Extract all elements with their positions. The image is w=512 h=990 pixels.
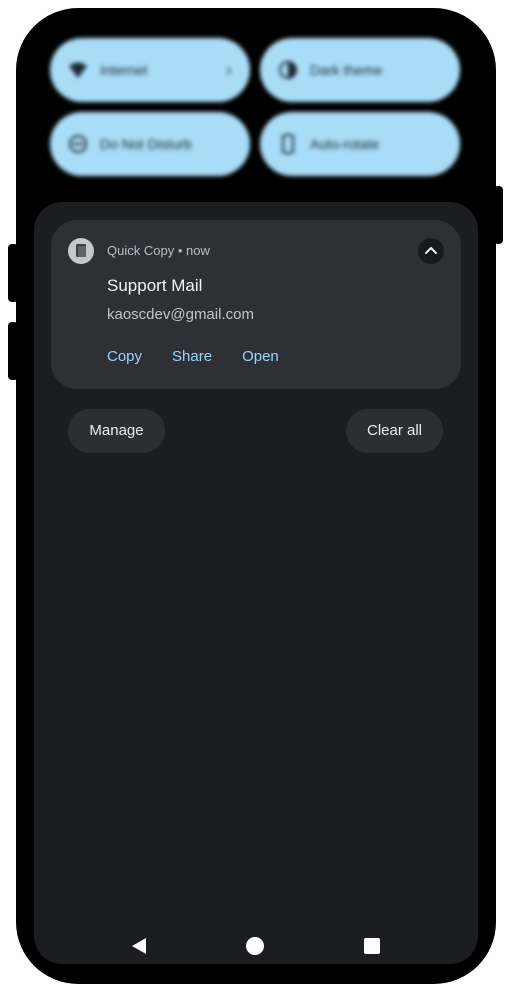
wifi-icon xyxy=(69,62,87,78)
chevron-right-icon: › xyxy=(226,60,232,80)
navigation-bar xyxy=(34,926,478,966)
copy-action[interactable]: Copy xyxy=(107,348,142,365)
auto-rotate-icon xyxy=(282,134,294,154)
tile-internet-label: Internet xyxy=(100,62,148,78)
notification-meta: Quick Copy • now xyxy=(107,243,210,258)
meta-separator: • xyxy=(177,243,183,258)
recents-square-icon[interactable] xyxy=(364,938,380,954)
tile-internet[interactable]: Internet › xyxy=(50,38,250,102)
notification-title: Support Mail xyxy=(107,276,203,295)
clear-all-button[interactable]: Clear all xyxy=(346,409,443,453)
manage-button[interactable]: Manage xyxy=(68,409,165,453)
app-name: Quick Copy xyxy=(107,243,175,258)
copy-icon xyxy=(68,238,94,264)
home-circle-icon[interactable] xyxy=(246,937,264,955)
notification-card[interactable]: Quick Copy • now Support Mail kaoscdev@g… xyxy=(51,220,461,389)
notification-actions: Copy Share Open xyxy=(107,348,279,365)
notification-time: now xyxy=(186,243,210,258)
share-action[interactable]: Share xyxy=(172,348,212,365)
open-action[interactable]: Open xyxy=(242,348,279,365)
tile-dark-theme-label: Dark theme xyxy=(310,62,383,78)
collapse-button[interactable] xyxy=(418,238,444,264)
do-not-disturb-icon xyxy=(69,135,87,153)
tile-dark-theme[interactable]: Dark theme xyxy=(260,38,460,102)
tile-auto-rotate[interactable]: Auto-rotate xyxy=(260,112,460,176)
back-triangle-icon[interactable] xyxy=(129,936,149,956)
tile-do-not-disturb[interactable]: Do Not Disturb xyxy=(50,112,250,176)
tile-auto-rotate-label: Auto-rotate xyxy=(310,136,380,152)
dark-theme-icon xyxy=(279,61,297,79)
tile-do-not-disturb-label: Do Not Disturb xyxy=(100,136,192,152)
quick-settings-tiles: Internet › Dark theme Do Not Disturb Aut… xyxy=(50,38,462,178)
chevron-up-icon xyxy=(425,247,437,254)
notification-body: kaoscdev@gmail.com xyxy=(107,306,254,323)
